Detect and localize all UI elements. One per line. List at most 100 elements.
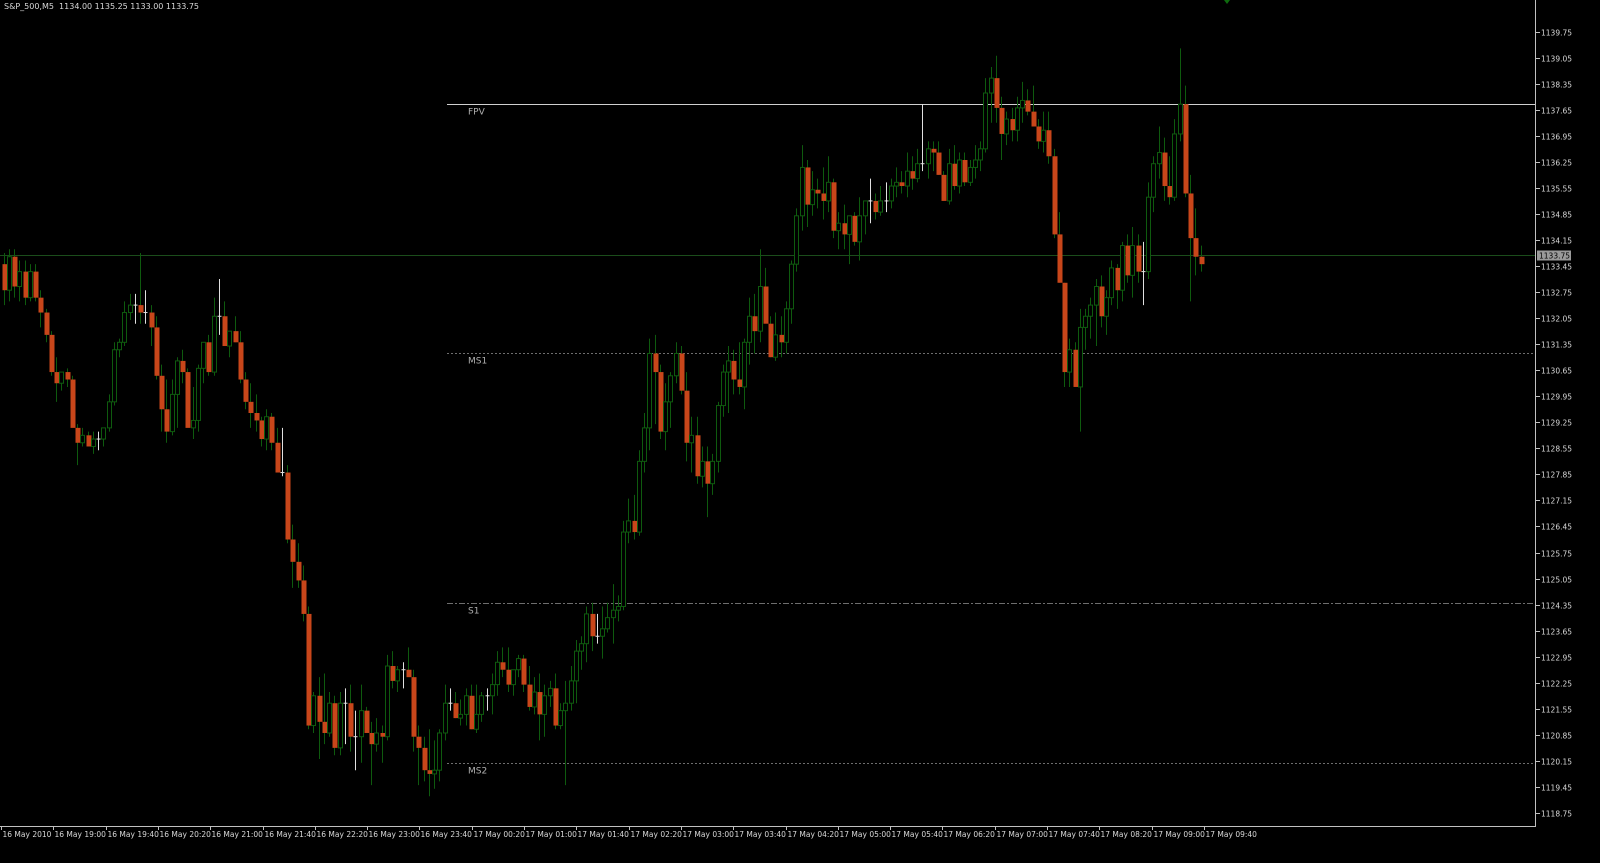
y-tick-label: 1119.45: [1541, 784, 1572, 793]
x-tick-label: 16 May 2010: [3, 830, 52, 839]
candle-body: [689, 434, 694, 444]
candle-body: [563, 702, 568, 712]
candle-body: [710, 460, 715, 485]
candle-body: [826, 181, 831, 202]
y-tick-label: 1125.75: [1541, 550, 1572, 559]
y-tick-label: 1121.55: [1541, 706, 1572, 715]
candle: [70, 375, 76, 428]
x-tick-label: 17 May 02:20: [631, 830, 683, 839]
candle-body: [1025, 100, 1031, 112]
candle-body: [175, 360, 180, 395]
candle-body: [695, 435, 701, 477]
candle-body: [7, 256, 12, 291]
y-tick-label: 1127.85: [1541, 471, 1572, 480]
candle-body: [1041, 129, 1046, 142]
y-tick-label: 1134.15: [1541, 237, 1572, 246]
candle-body: [1004, 118, 1009, 135]
candle-body: [117, 341, 122, 351]
candle-body: [805, 167, 811, 205]
candle-body: [495, 661, 500, 686]
candle-body: [973, 159, 978, 168]
candle-body: [947, 163, 952, 202]
candle-body: [815, 189, 821, 194]
candle-body: [44, 312, 50, 335]
candle-body: [1062, 282, 1068, 373]
y-tick-label: 1122.25: [1541, 680, 1572, 689]
candle: [852, 212, 858, 246]
candle-body: [1178, 103, 1183, 135]
candle-body: [259, 420, 265, 440]
candle-body: [422, 747, 428, 771]
candle-body: [107, 401, 112, 429]
y-tick-label: 1136.25: [1541, 159, 1572, 168]
y-tick-label: 1127.15: [1541, 497, 1572, 506]
candle-body: [380, 732, 386, 737]
candle-body: [327, 702, 332, 734]
candle-body: [983, 92, 988, 150]
candle-body: [38, 297, 44, 313]
candle-body: [33, 271, 39, 298]
x-tick-label: 16 May 21:40: [265, 830, 317, 839]
candle-body: [810, 189, 815, 206]
candle-body: [1052, 156, 1058, 235]
candle-body: [406, 669, 412, 678]
candle-body: [842, 223, 848, 235]
candle: [1052, 148, 1058, 239]
candle-body: [558, 710, 563, 727]
candle-body: [385, 665, 390, 738]
candle-body: [511, 669, 516, 686]
candle-body: [2, 264, 8, 291]
candle-body: [317, 695, 323, 722]
candle-body: [227, 330, 232, 347]
candle-body: [17, 271, 22, 287]
x-tick-label: 16 May 23:00: [369, 830, 421, 839]
candle-body: [212, 315, 217, 373]
candle-body: [789, 263, 794, 310]
candlestick-chart: FPV MS1 S1 MS2 1139.75 1139.05 1138.35 1137.65…: [0, 0, 1600, 859]
candle-body: [75, 427, 81, 443]
candle-body: [191, 419, 196, 429]
level-label-ms1: MS1: [468, 357, 487, 367]
candle-body: [873, 200, 879, 213]
candle-body: [1199, 256, 1205, 265]
candle-body: [500, 662, 506, 670]
candle-body: [453, 703, 459, 719]
candle-body: [1031, 111, 1037, 127]
candle-body: [763, 286, 769, 324]
y-tick-label: 1120.15: [1541, 758, 1572, 767]
candle-body: [1120, 245, 1125, 291]
candle: [306, 606, 312, 730]
candle-body: [1136, 245, 1142, 272]
candle-body: [170, 393, 175, 433]
candle-body: [201, 341, 206, 369]
candle: [941, 171, 947, 201]
candle-body: [1020, 99, 1025, 109]
y-tick-label: 1135.55: [1541, 185, 1572, 194]
candle-body: [1057, 234, 1063, 283]
y-tick-label: 1138.35: [1541, 81, 1572, 90]
candle-body: [506, 669, 512, 685]
candle-body: [91, 438, 96, 447]
candle-body: [621, 531, 626, 607]
plot-background: [0, 0, 1600, 859]
candle: [364, 706, 370, 733]
candle-body: [962, 159, 968, 183]
candle-body: [679, 353, 685, 391]
x-tick-label: 16 May 19:00: [55, 830, 107, 839]
candle-body: [248, 401, 254, 413]
candle-body: [474, 713, 479, 730]
candle-body: [863, 200, 868, 217]
candle-body: [101, 427, 106, 440]
candle-body: [663, 401, 668, 433]
x-tick-label: 17 May 01:00: [526, 830, 578, 839]
candle-body: [952, 163, 958, 187]
candle-body: [674, 352, 679, 377]
x-tick-label: 16 May 19:40: [108, 830, 160, 839]
candle-body: [516, 658, 521, 671]
candle-body: [542, 695, 547, 715]
candle: [1146, 182, 1151, 280]
candle-body: [647, 352, 652, 429]
candle-body: [306, 613, 312, 726]
candle-body: [206, 342, 212, 373]
candle-body: [54, 372, 60, 384]
